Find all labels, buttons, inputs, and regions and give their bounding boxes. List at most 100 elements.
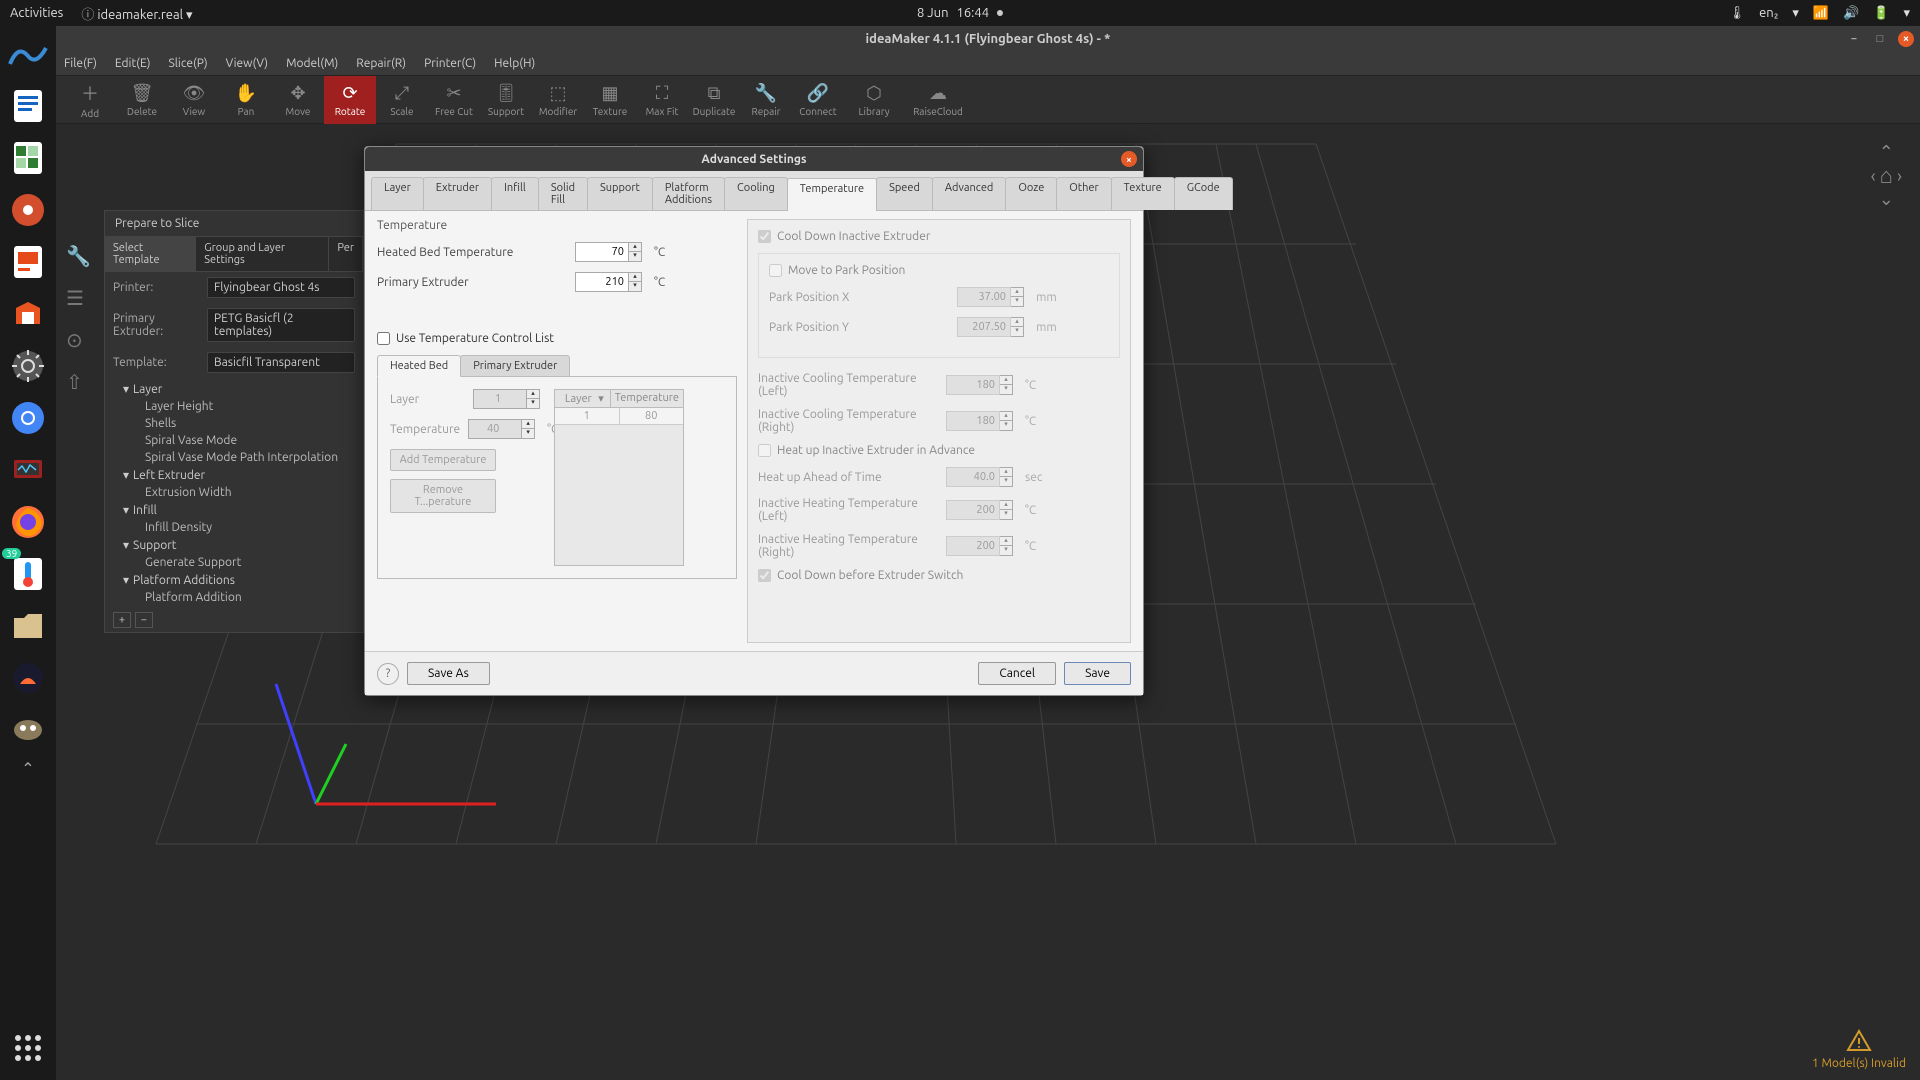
tree-platform-addition[interactable]: Platform Addition xyxy=(105,589,363,606)
menu-slice[interactable]: Slice(P) xyxy=(168,57,207,70)
network-icon[interactable]: ▾ xyxy=(1792,6,1799,21)
tool-freecut[interactable]: ✂Free Cut xyxy=(428,76,480,124)
bed-temp-input[interactable] xyxy=(575,242,629,262)
prep-extruder-select[interactable]: PETG Basicfl (2 templates) xyxy=(207,308,355,342)
tree-remove-button[interactable]: − xyxy=(135,612,153,628)
tool-add[interactable]: ＋Add xyxy=(64,76,116,124)
dock-app-writer[interactable] xyxy=(4,82,52,130)
tree-spiral-vase-interp[interactable]: Spiral Vase Mode Path Interpolation xyxy=(105,449,363,466)
tree-left-extruder[interactable]: ▾Left Extruder xyxy=(105,466,363,484)
spin-down-icon[interactable]: ▾ xyxy=(629,282,641,291)
tool-pan[interactable]: ✋Pan xyxy=(220,76,272,124)
tree-spiral-vase[interactable]: Spiral Vase Mode xyxy=(105,432,363,449)
tool-duplicate[interactable]: ⧉Duplicate xyxy=(688,76,740,124)
minimize-button[interactable]: − xyxy=(1846,31,1862,47)
use-temp-list-checkbox[interactable] xyxy=(377,332,390,345)
dock-expand-icon[interactable]: ⌃ xyxy=(4,758,52,778)
help-button[interactable]: ? xyxy=(377,663,399,685)
dock-app-files[interactable] xyxy=(4,602,52,650)
menu-model[interactable]: Model(M) xyxy=(286,57,338,70)
tool-raisecloud[interactable]: ☁RaiseCloud xyxy=(904,76,972,124)
dock-app-monitor[interactable] xyxy=(4,446,52,494)
menu-printer[interactable]: Printer(C) xyxy=(424,57,476,70)
activities-button[interactable]: Activities xyxy=(10,6,63,20)
tool-move[interactable]: ✥Move xyxy=(272,76,324,124)
dock-app-dark[interactable] xyxy=(4,654,52,702)
system-menu-icon[interactable]: ▾ xyxy=(1903,6,1910,21)
tool-support[interactable]: 🎚Support xyxy=(480,76,532,124)
dock-app-firefox[interactable] xyxy=(4,498,52,546)
tree-layer-height[interactable]: Layer Height xyxy=(105,398,363,415)
tree-support[interactable]: ▾Support xyxy=(105,536,363,554)
play-circle-icon[interactable]: ⊙ xyxy=(66,328,91,352)
prep-tab-per[interactable]: Per xyxy=(329,237,363,271)
menu-file[interactable]: File(F) xyxy=(64,57,97,70)
tool-rotate[interactable]: ⟳Rotate xyxy=(324,76,376,124)
upload-icon[interactable]: ⇧ xyxy=(66,370,91,394)
tree-platform-add[interactable]: ▾Platform Additions xyxy=(105,571,363,589)
col-temperature[interactable]: Temperature xyxy=(611,390,683,407)
battery-icon[interactable]: 🔋 xyxy=(1873,6,1889,21)
tool-modifier[interactable]: ⬚Modifier xyxy=(532,76,584,124)
col-layer[interactable]: Layer ▾ xyxy=(555,390,611,407)
dock-app-impress[interactable] xyxy=(4,238,52,286)
menu-help[interactable]: Help(H) xyxy=(494,57,535,70)
tree-infill[interactable]: ▾Infill xyxy=(105,501,363,519)
tree-extrusion-width[interactable]: Extrusion Width xyxy=(105,484,363,501)
cancel-button[interactable]: Cancel xyxy=(978,662,1056,685)
tool-connect[interactable]: 🔗Connect xyxy=(792,76,844,124)
nav-left-icon[interactable]: ‹ xyxy=(1871,166,1876,186)
dialog-close-button[interactable]: × xyxy=(1121,151,1137,167)
nav-right-icon[interactable]: › xyxy=(1897,166,1902,186)
tool-view[interactable]: 👁View xyxy=(168,76,220,124)
dock-apps-button[interactable] xyxy=(4,1024,52,1072)
tool-maxfit[interactable]: ⛶Max Fit xyxy=(636,76,688,124)
prep-printer-select[interactable]: Flyingbear Ghost 4s xyxy=(207,277,355,298)
dock-app-chromium[interactable] xyxy=(4,394,52,442)
nav-down-icon[interactable]: ⌄ xyxy=(1871,189,1902,210)
topbar-date[interactable]: 8 Jun xyxy=(917,6,949,20)
tool-texture[interactable]: ▦Texture xyxy=(584,76,636,124)
tree-add-button[interactable]: + xyxy=(113,612,131,628)
tool-repair[interactable]: 🔧Repair xyxy=(740,76,792,124)
tree-layer[interactable]: ▾Layer xyxy=(105,380,363,398)
dock-app-thermometer[interactable]: 39 xyxy=(4,550,52,598)
tab-other[interactable]: Other xyxy=(1056,177,1111,210)
lang-indicator[interactable]: en₂ xyxy=(1759,6,1778,20)
close-button[interactable]: × xyxy=(1898,31,1914,47)
wrench-icon[interactable]: 🔧 xyxy=(66,244,91,268)
tool-delete[interactable]: 🗑Delete xyxy=(116,76,168,124)
maximize-button[interactable]: □ xyxy=(1872,31,1888,47)
tab-speed[interactable]: Speed xyxy=(876,177,933,210)
save-button[interactable]: Save xyxy=(1064,662,1131,685)
extruder-temp-input[interactable] xyxy=(575,272,629,292)
tool-scale[interactable]: ⤢Scale xyxy=(376,76,428,124)
tab-temperature[interactable]: Temperature xyxy=(787,178,877,211)
app-indicator[interactable]: ⓘ ideamaker.real ▾ xyxy=(81,4,192,23)
tree-shells[interactable]: Shells xyxy=(105,415,363,432)
tab-extruder[interactable]: Extruder xyxy=(423,177,492,210)
prep-tab-select-template[interactable]: Select Template xyxy=(105,237,196,271)
nav-home-icon[interactable]: ⌂ xyxy=(1880,163,1893,189)
dock-app-software[interactable] xyxy=(4,290,52,338)
status-warning[interactable]: 1 Model(s) Invalid xyxy=(1812,1028,1906,1070)
tree-generate-support[interactable]: Generate Support xyxy=(105,554,363,571)
tab-ooze[interactable]: Ooze xyxy=(1005,177,1057,210)
tab-texture[interactable]: Texture xyxy=(1111,177,1175,210)
tree-infill-density[interactable]: Infill Density xyxy=(105,519,363,536)
tab-solid-fill[interactable]: Solid Fill xyxy=(538,177,588,210)
tab-advanced[interactable]: Advanced xyxy=(932,177,1006,210)
thermometer-icon[interactable]: 🌡 xyxy=(1729,6,1746,21)
subtab-heated-bed[interactable]: Heated Bed xyxy=(377,355,461,377)
dock-app-disc[interactable] xyxy=(4,186,52,234)
wifi-icon[interactable]: 📶 xyxy=(1813,6,1829,21)
tab-infill[interactable]: Infill xyxy=(491,177,539,210)
dock-app-settings[interactable] xyxy=(4,342,52,390)
tab-platform-additions[interactable]: Platform Additions xyxy=(652,177,725,210)
volume-icon[interactable]: 🔊 xyxy=(1843,6,1859,21)
tab-gcode[interactable]: GCode xyxy=(1174,177,1233,210)
prep-tab-group-layer[interactable]: Group and Layer Settings xyxy=(196,237,329,271)
menu-repair[interactable]: Repair(R) xyxy=(356,57,406,70)
menu-view[interactable]: View(V) xyxy=(226,57,268,70)
save-as-button[interactable]: Save As xyxy=(407,662,490,685)
